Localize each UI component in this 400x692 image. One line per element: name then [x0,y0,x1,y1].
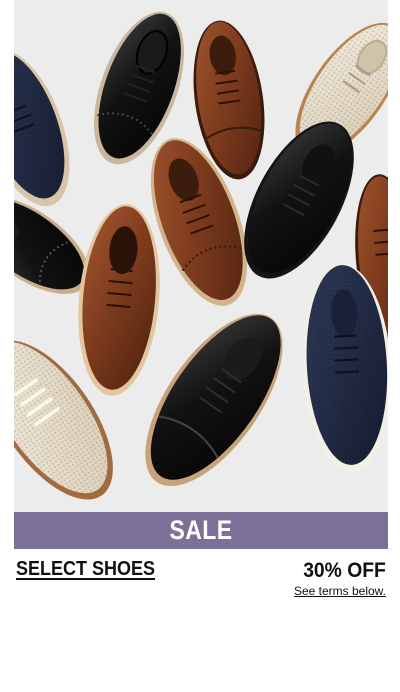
brown-derby-shoe [78,204,160,396]
sale-label: SALE [169,515,233,545]
promo-card: SALE SELECT SHOES 30% OFF See terms belo… [14,0,388,600]
discount-label: 30% OFF [303,559,386,582]
navy-knit-sneaker [14,49,70,207]
hero-image[interactable] [14,0,388,512]
sale-banner[interactable]: SALE [14,512,388,549]
select-shoes-link[interactable]: SELECT SHOES [16,558,155,581]
see-terms-link[interactable]: See terms below. [294,584,386,598]
navy-knit-chukka [302,264,388,472]
